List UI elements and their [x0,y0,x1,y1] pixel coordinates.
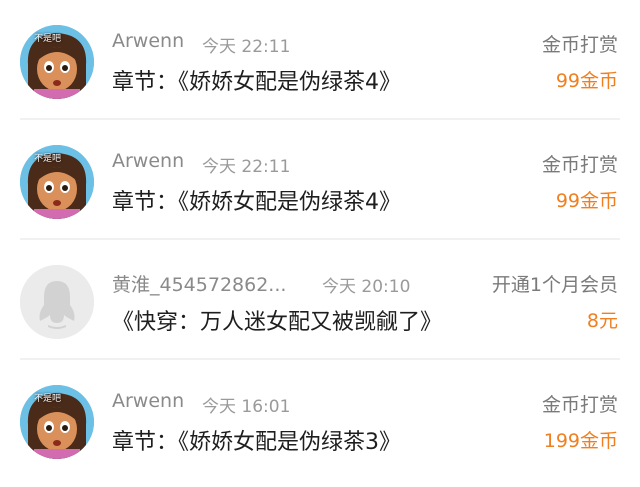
reward-amount: 199金币 [543,430,618,452]
dora-cartoon-avatar-icon[interactable]: 不是吧 [20,25,94,99]
timestamp: 今天 20:10 [322,277,411,297]
reward-record-list: 不是吧 Arwenn 今天 22:11 金币打赏 章节：《娇娇女配是伪绿茶4》 … [0,0,640,487]
action-type: 金币打赏 [541,154,618,176]
action-type: 开通1个月会员 [491,274,618,296]
reward-amount: 99金币 [555,70,618,92]
user-name: Arwenn [112,390,185,412]
avatar-caption: 不是吧 [34,154,62,164]
avatar-caption: 不是吧 [34,34,62,44]
default-penguin-avatar-icon[interactable] [20,265,94,339]
list-item[interactable]: 不是吧 Arwenn 今天 16:01 金币打赏 章节：《娇娇女配是伪绿茶3》 … [0,360,640,480]
user-name: 黄淮_454572862... [112,274,287,296]
timestamp: 今天 22:11 [202,37,291,57]
dora-cartoon-avatar-icon[interactable]: 不是吧 [20,385,94,459]
chapter-title: 章节：《娇娇女配是伪绿茶4》 [112,190,401,215]
reward-amount: 99金币 [555,190,618,212]
reward-amount: 8元 [586,310,618,332]
action-type: 金币打赏 [541,394,618,416]
chapter-title: 章节：《娇娇女配是伪绿茶3》 [112,430,401,455]
list-item[interactable]: 不是吧 Arwenn 今天 22:11 金币打赏 章节：《娇娇女配是伪绿茶4》 … [0,120,640,240]
avatar-caption: 不是吧 [34,394,62,404]
user-name: Arwenn [112,150,185,172]
list-item[interactable]: 不是吧 Arwenn 今天 22:11 金币打赏 章节：《娇娇女配是伪绿茶4》 … [0,0,640,120]
user-name: Arwenn [112,30,185,52]
timestamp: 今天 16:01 [202,397,291,417]
book-title: 《快穿：万人迷女配又被觊觎了》 [112,310,443,335]
dora-cartoon-avatar-icon[interactable]: 不是吧 [20,145,94,219]
chapter-title: 章节：《娇娇女配是伪绿茶4》 [112,70,401,95]
action-type: 金币打赏 [541,34,618,56]
timestamp: 今天 22:11 [202,157,291,177]
list-item[interactable]: 黄淮_454572862... 今天 20:10 开通1个月会员 《快穿：万人迷… [0,240,640,360]
